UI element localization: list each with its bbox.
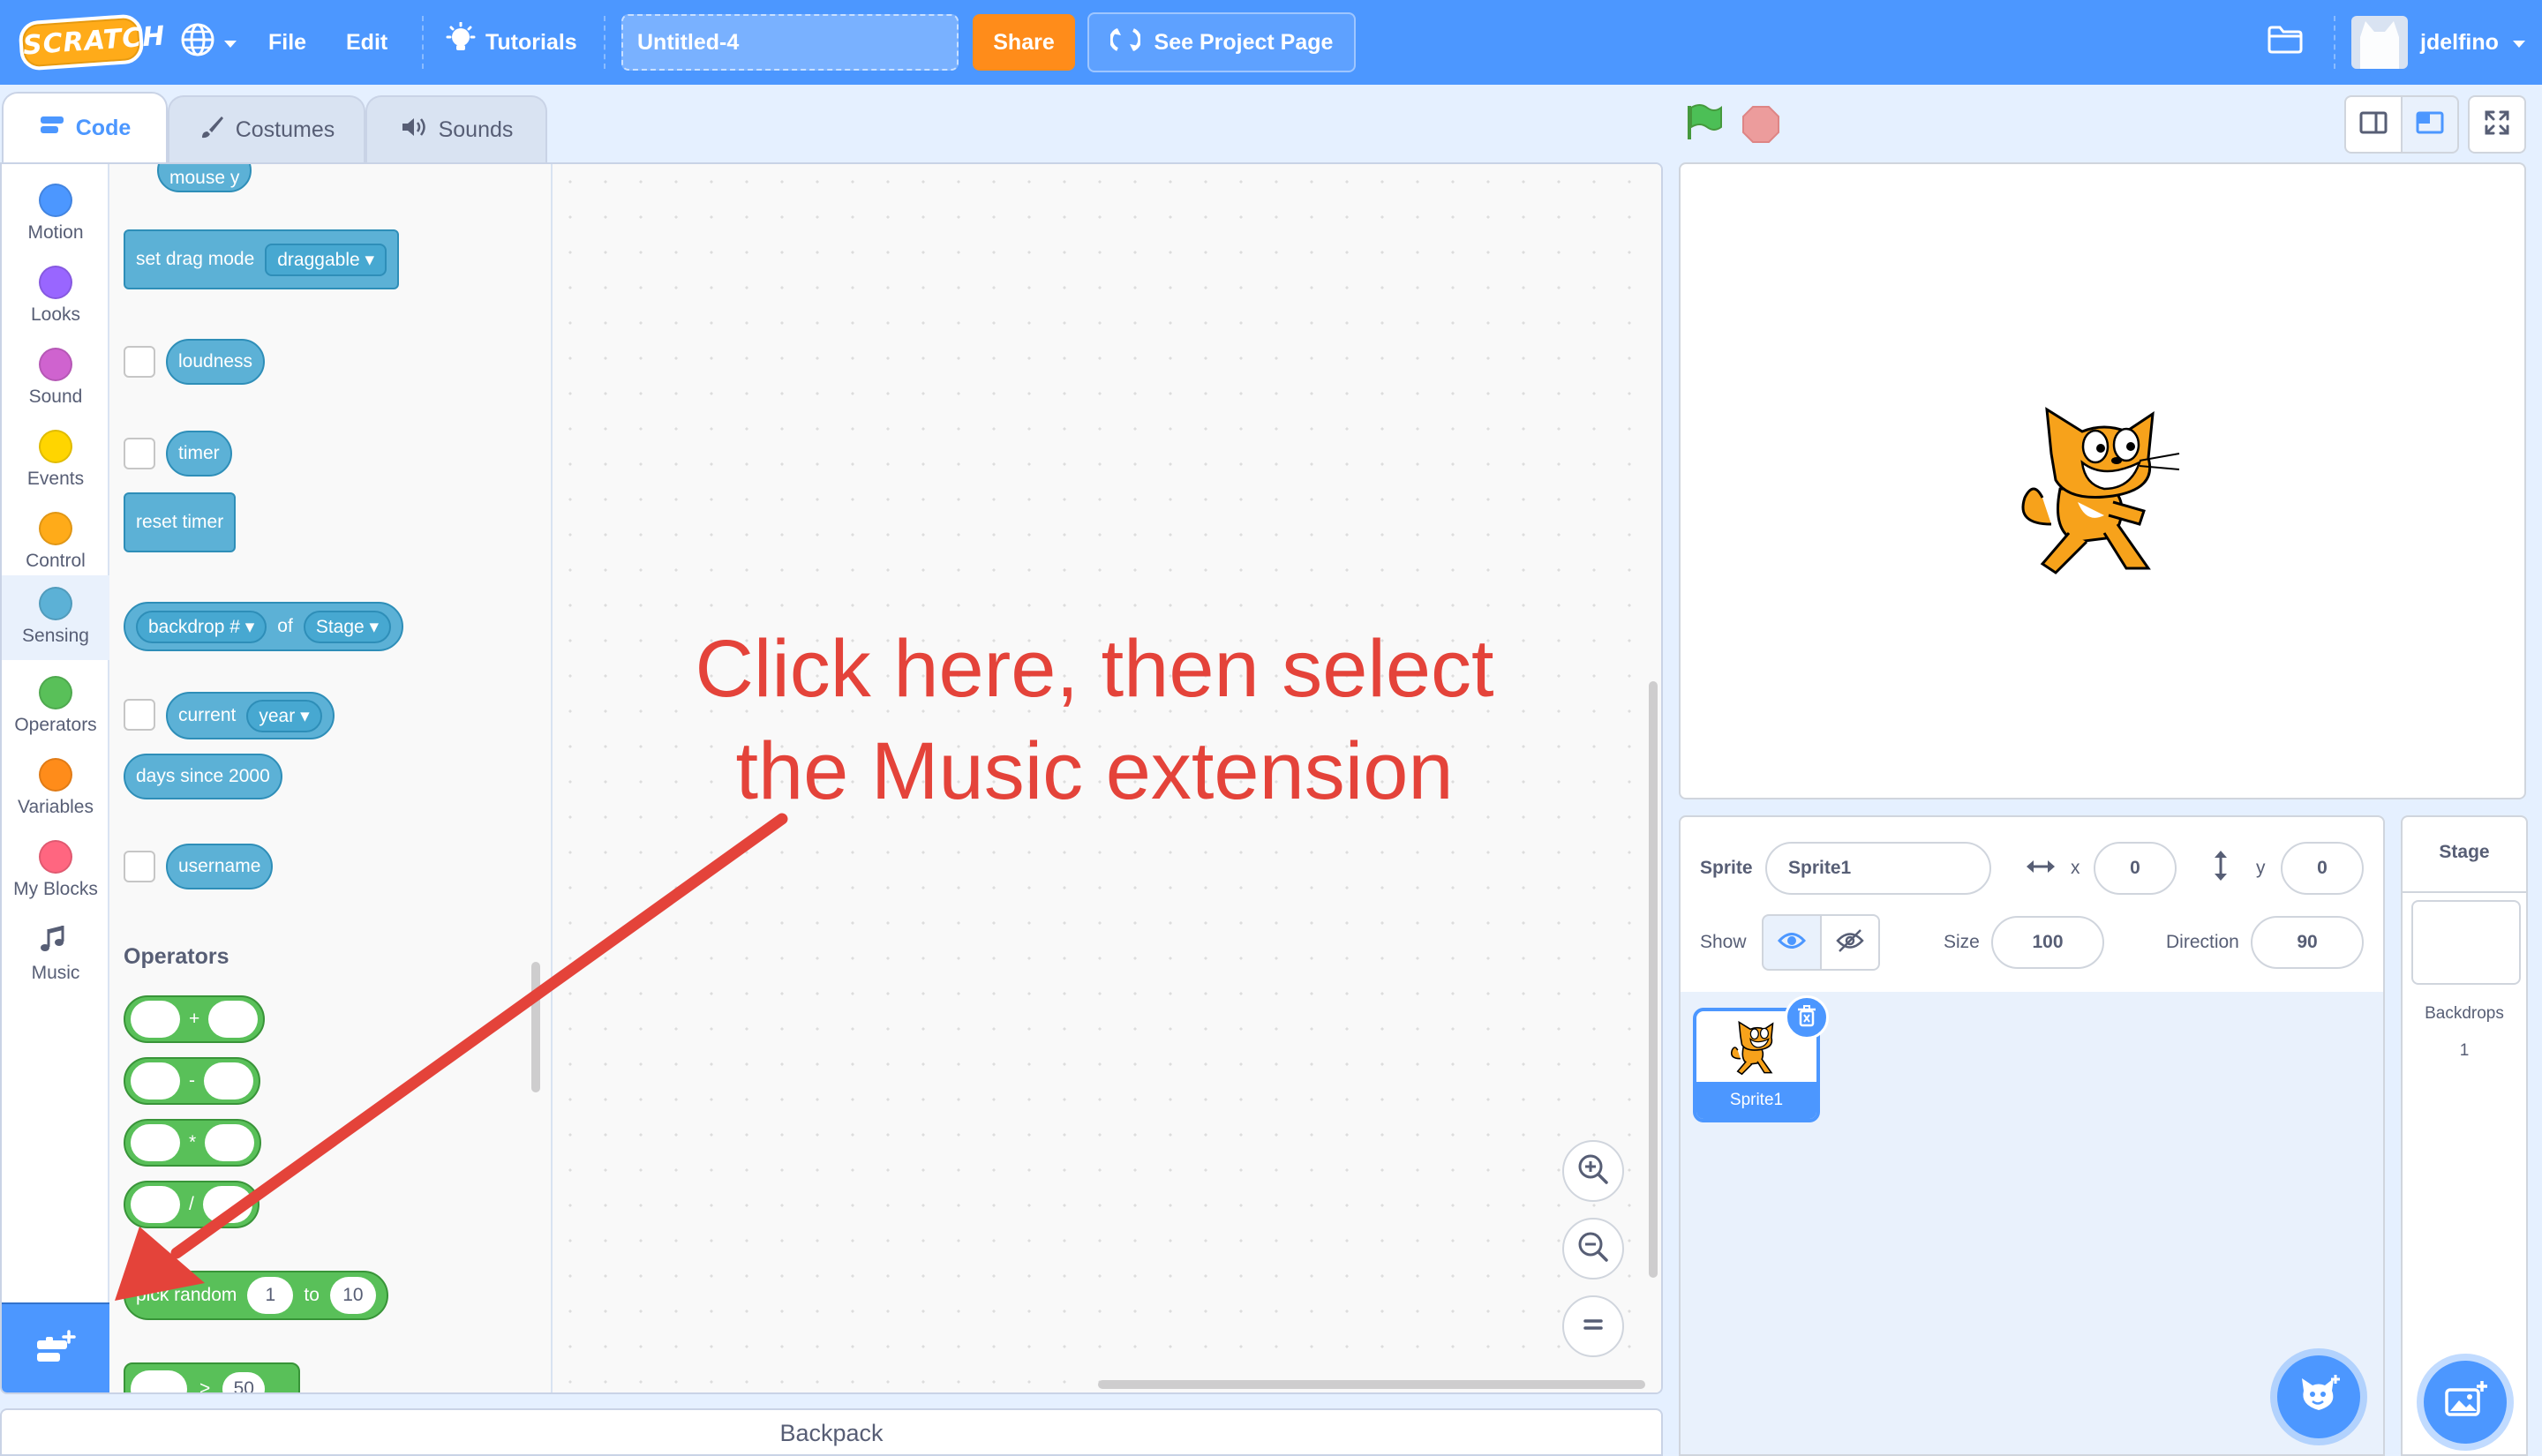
cat-add-icon bbox=[2297, 1374, 2341, 1420]
y-position-input[interactable] bbox=[2281, 842, 2364, 895]
choose-sprite-button[interactable] bbox=[2277, 1355, 2360, 1438]
hide-sprite-button[interactable] bbox=[1820, 914, 1880, 971]
y-label: y bbox=[2256, 858, 2266, 878]
code-icon bbox=[39, 115, 65, 142]
sprite-thumbnail-label: Sprite1 bbox=[1696, 1082, 1816, 1119]
large-stage-icon bbox=[2415, 110, 2445, 139]
sprite-name-label: Sprite bbox=[1700, 858, 1753, 878]
small-stage-icon bbox=[2358, 110, 2388, 139]
backdrop-thumbnail[interactable] bbox=[2411, 900, 2521, 985]
choose-backdrop-button[interactable] bbox=[2424, 1361, 2507, 1444]
backdrop-add-icon bbox=[2443, 1380, 2487, 1424]
fullscreen-button[interactable] bbox=[2468, 95, 2526, 154]
green-flag-icon bbox=[1682, 104, 1726, 146]
stop-icon bbox=[1741, 106, 1781, 148]
backdrops-label: Backdrops bbox=[2425, 1004, 2504, 1023]
backdrops-count: 1 bbox=[2459, 1041, 2470, 1060]
direction-label: Direction bbox=[2166, 932, 2239, 952]
sprite-info-panel: Sprite x y Show Size Direction bbox=[1679, 815, 2385, 994]
show-label: Show bbox=[1700, 932, 1747, 952]
sprite-list-panel: Sprite1 bbox=[1679, 992, 2385, 1456]
fullscreen-icon bbox=[2483, 109, 2511, 141]
eye-slash-icon bbox=[1836, 928, 1864, 957]
cat-thumbnail-icon bbox=[1730, 1020, 1774, 1076]
stage-panel-title: Stage bbox=[2439, 842, 2490, 862]
stage-canvas[interactable] bbox=[1679, 162, 2526, 799]
green-flag-button[interactable] bbox=[1682, 102, 1726, 147]
x-position-input[interactable] bbox=[2094, 842, 2177, 895]
delete-sprite-button[interactable] bbox=[1785, 995, 1829, 1039]
sprite-name-input[interactable] bbox=[1765, 842, 1991, 895]
trash-icon bbox=[1796, 1004, 1817, 1032]
large-stage-button[interactable] bbox=[2401, 95, 2459, 154]
tab-code[interactable]: Code bbox=[2, 92, 168, 162]
size-input[interactable] bbox=[1991, 916, 2104, 969]
stage-panel-divider bbox=[2403, 891, 2526, 893]
size-label: Size bbox=[1944, 932, 1980, 952]
direction-input[interactable] bbox=[2251, 916, 2364, 969]
stage-target-panel[interactable]: Stage Backdrops 1 bbox=[2401, 815, 2528, 1456]
stop-button[interactable] bbox=[1741, 104, 1781, 149]
backpack-panel[interactable]: Backpack bbox=[0, 1408, 1663, 1456]
eye-icon bbox=[1777, 931, 1807, 955]
tab-code-label: Code bbox=[75, 115, 132, 140]
x-label: x bbox=[2071, 858, 2080, 878]
small-stage-button[interactable] bbox=[2344, 95, 2403, 154]
horizontal-arrows-icon bbox=[2025, 856, 2057, 882]
vertical-arrows-icon bbox=[2210, 849, 2231, 887]
scratch-cat-sprite[interactable] bbox=[2007, 392, 2201, 586]
show-sprite-button[interactable] bbox=[1762, 914, 1822, 971]
